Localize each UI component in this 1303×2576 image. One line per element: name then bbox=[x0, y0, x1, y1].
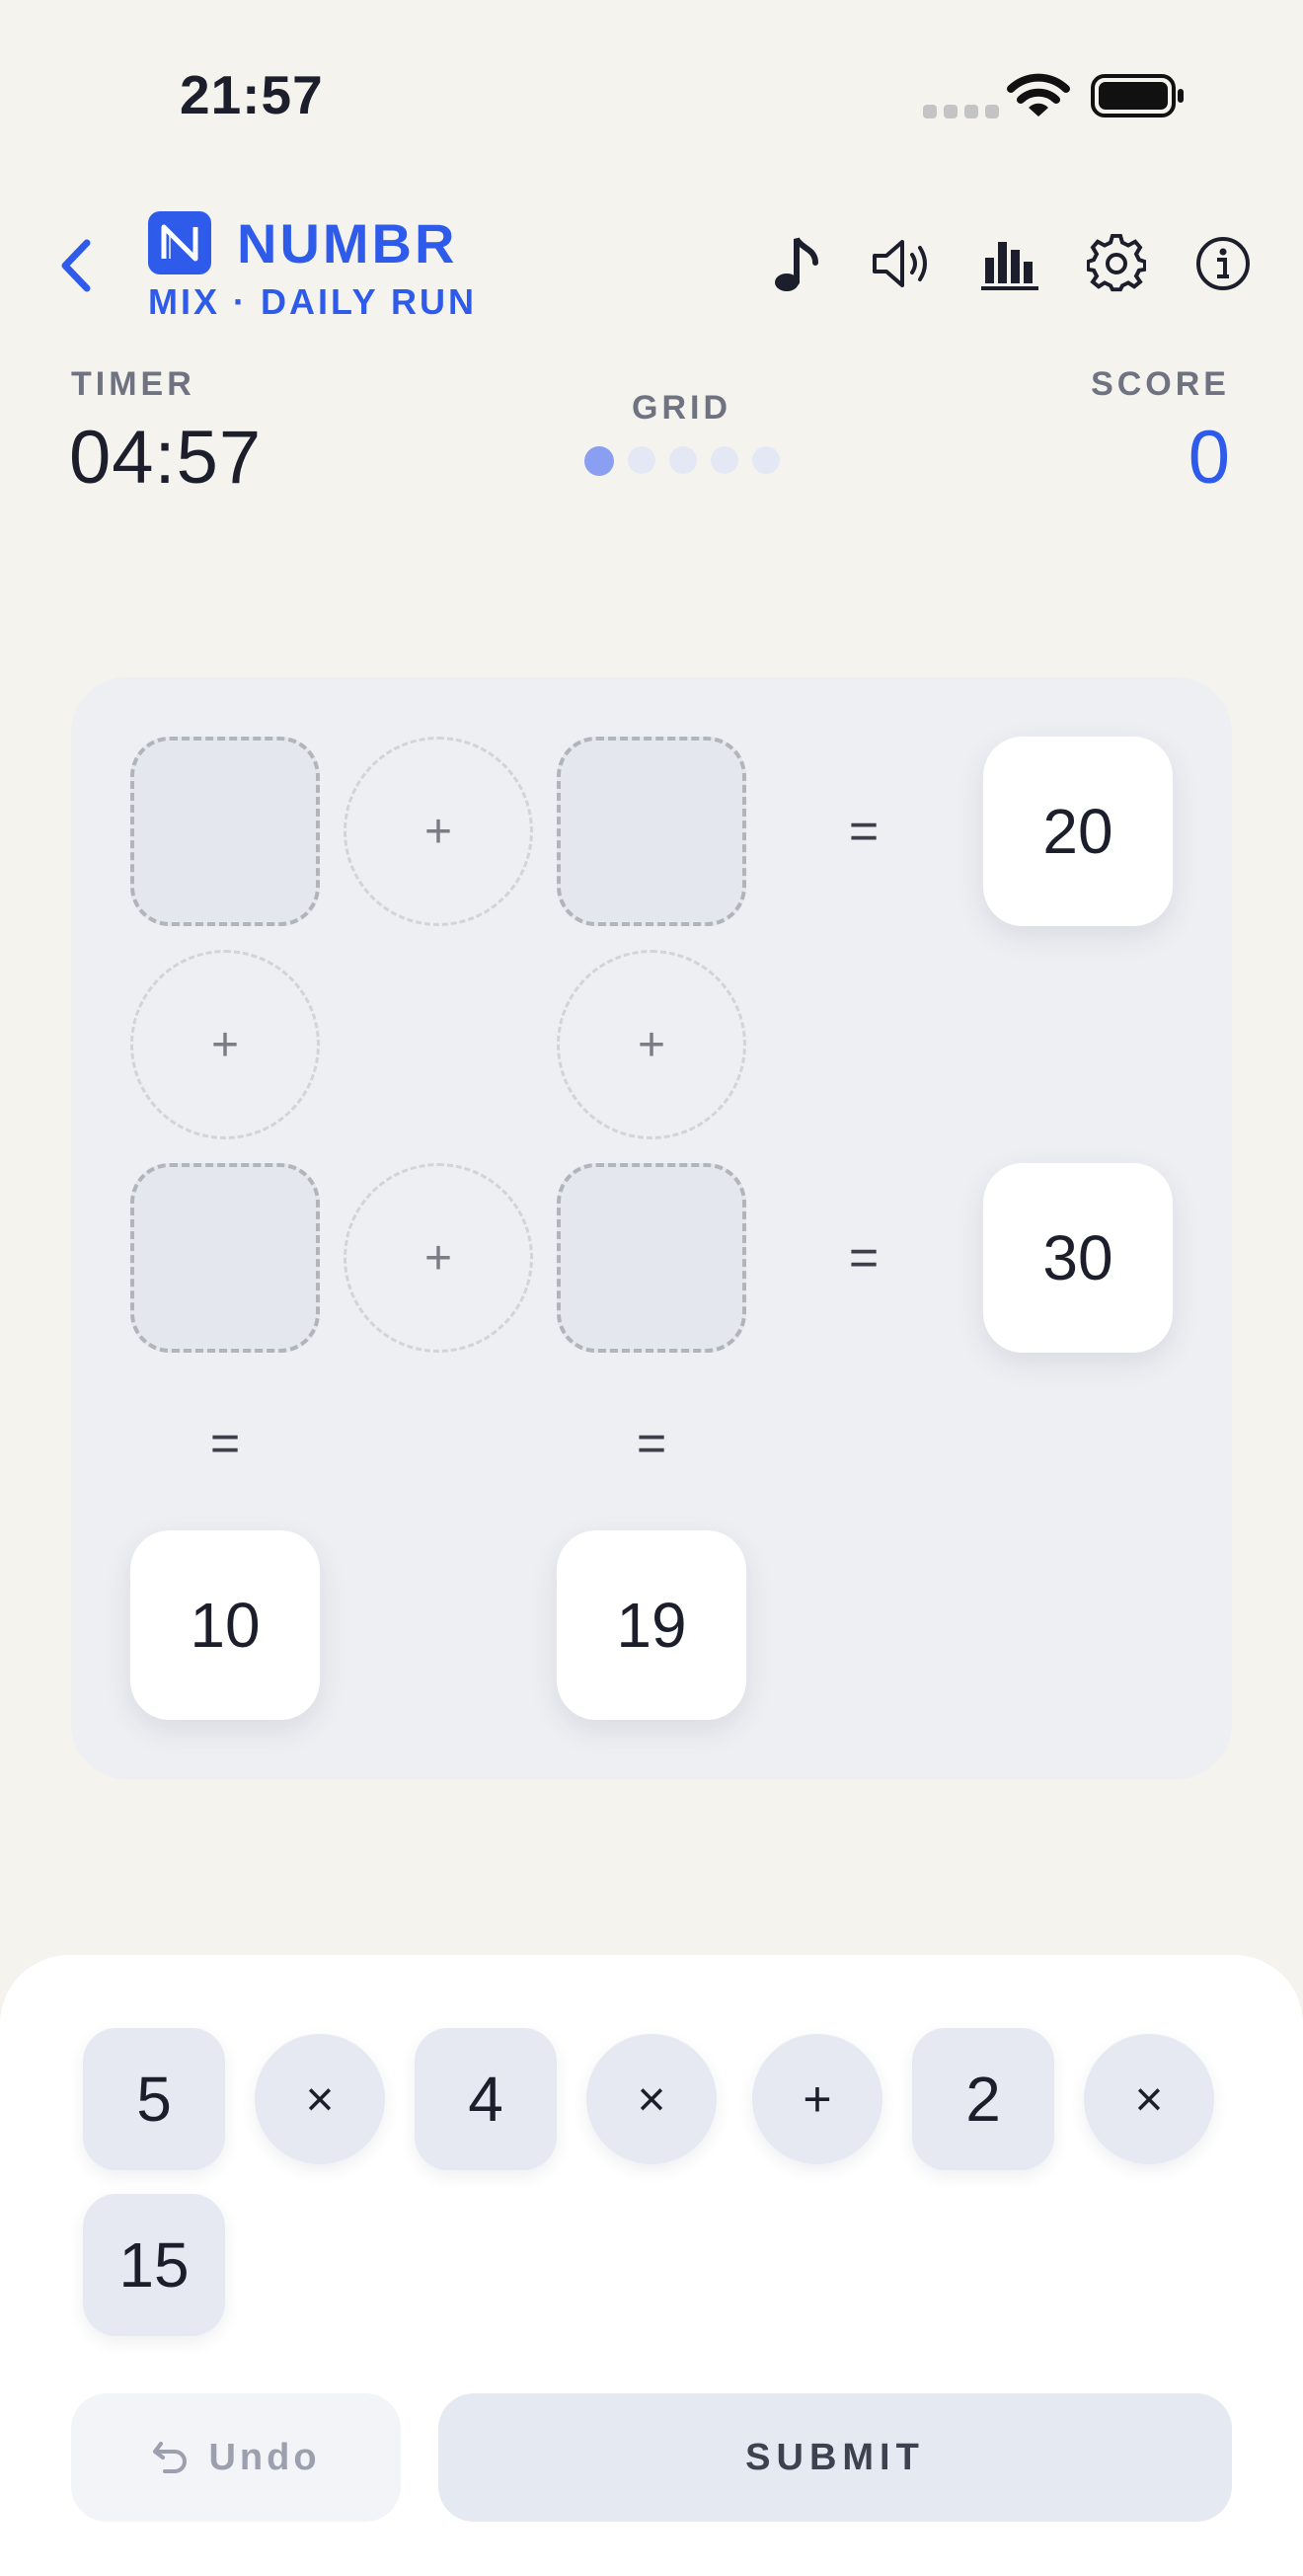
row-target-value: 30 bbox=[983, 1163, 1173, 1353]
equals-sign: = bbox=[848, 803, 880, 860]
number-tile[interactable]: 15 bbox=[83, 2194, 225, 2336]
number-tile[interactable]: 2 bbox=[912, 2028, 1054, 2170]
stats-bars-icon[interactable] bbox=[975, 229, 1044, 298]
game-screen: 21:57 NUMBR MIX · DAILY RUN TIMER 04:57 … bbox=[0, 0, 1303, 2576]
timer-label: TIMER bbox=[71, 365, 195, 403]
grid-dot bbox=[584, 446, 614, 476]
mode-subtitle: MIX · DAILY RUN bbox=[148, 281, 478, 322]
speaker-icon[interactable] bbox=[869, 229, 938, 298]
operator-tile[interactable]: × bbox=[586, 2034, 717, 2164]
info-icon[interactable] bbox=[1188, 229, 1258, 298]
submit-button[interactable]: SUBMIT bbox=[438, 2393, 1232, 2522]
column-target-value: 10 bbox=[130, 1530, 320, 1720]
operator-slot[interactable]: + bbox=[344, 737, 533, 926]
empty-number-slot[interactable] bbox=[557, 737, 746, 926]
status-time: 21:57 bbox=[180, 64, 324, 125]
wifi-icon bbox=[1007, 73, 1070, 117]
undo-label: Undo bbox=[208, 2436, 321, 2478]
operator-tile[interactable]: × bbox=[255, 2034, 385, 2164]
column-target-value: 19 bbox=[557, 1530, 746, 1720]
number-tile[interactable]: 5 bbox=[83, 2028, 225, 2170]
back-chevron-icon[interactable] bbox=[57, 237, 95, 294]
grid-dot bbox=[628, 446, 655, 474]
undo-arrow-icon bbox=[153, 2442, 188, 2473]
grid-progress-dots bbox=[584, 446, 780, 476]
equals-sign: = bbox=[209, 1415, 241, 1472]
submit-label: SUBMIT bbox=[745, 2436, 925, 2478]
column-operator-slot[interactable]: + bbox=[130, 950, 320, 1139]
app-title: NUMBR bbox=[237, 212, 458, 274]
equals-sign: = bbox=[636, 1415, 667, 1472]
grid-dot bbox=[711, 446, 738, 474]
logo-n-icon bbox=[161, 224, 198, 262]
undo-button[interactable]: Undo bbox=[71, 2393, 401, 2522]
grid-dot bbox=[752, 446, 780, 474]
operator-tile[interactable]: × bbox=[1084, 2034, 1214, 2164]
grid-dot bbox=[669, 446, 697, 474]
equals-sign: = bbox=[848, 1229, 880, 1287]
cellular-signal-icon bbox=[923, 105, 999, 118]
music-note-icon[interactable] bbox=[762, 229, 831, 298]
empty-number-slot[interactable] bbox=[130, 1163, 320, 1353]
empty-number-slot[interactable] bbox=[557, 1163, 746, 1353]
operator-tile[interactable]: + bbox=[752, 2034, 882, 2164]
timer-value: 04:57 bbox=[69, 416, 263, 500]
operator-slot[interactable]: + bbox=[344, 1163, 533, 1353]
score-value: 0 bbox=[1188, 416, 1230, 500]
number-tile[interactable]: 4 bbox=[415, 2028, 557, 2170]
score-label: SCORE bbox=[1091, 365, 1230, 403]
app-logo bbox=[148, 211, 211, 274]
row-target-value: 20 bbox=[983, 737, 1173, 926]
column-operator-slot[interactable]: + bbox=[557, 950, 746, 1139]
grid-label: GRID bbox=[632, 389, 731, 427]
empty-number-slot[interactable] bbox=[130, 737, 320, 926]
gear-icon[interactable] bbox=[1082, 229, 1151, 298]
battery-icon bbox=[1091, 74, 1184, 117]
